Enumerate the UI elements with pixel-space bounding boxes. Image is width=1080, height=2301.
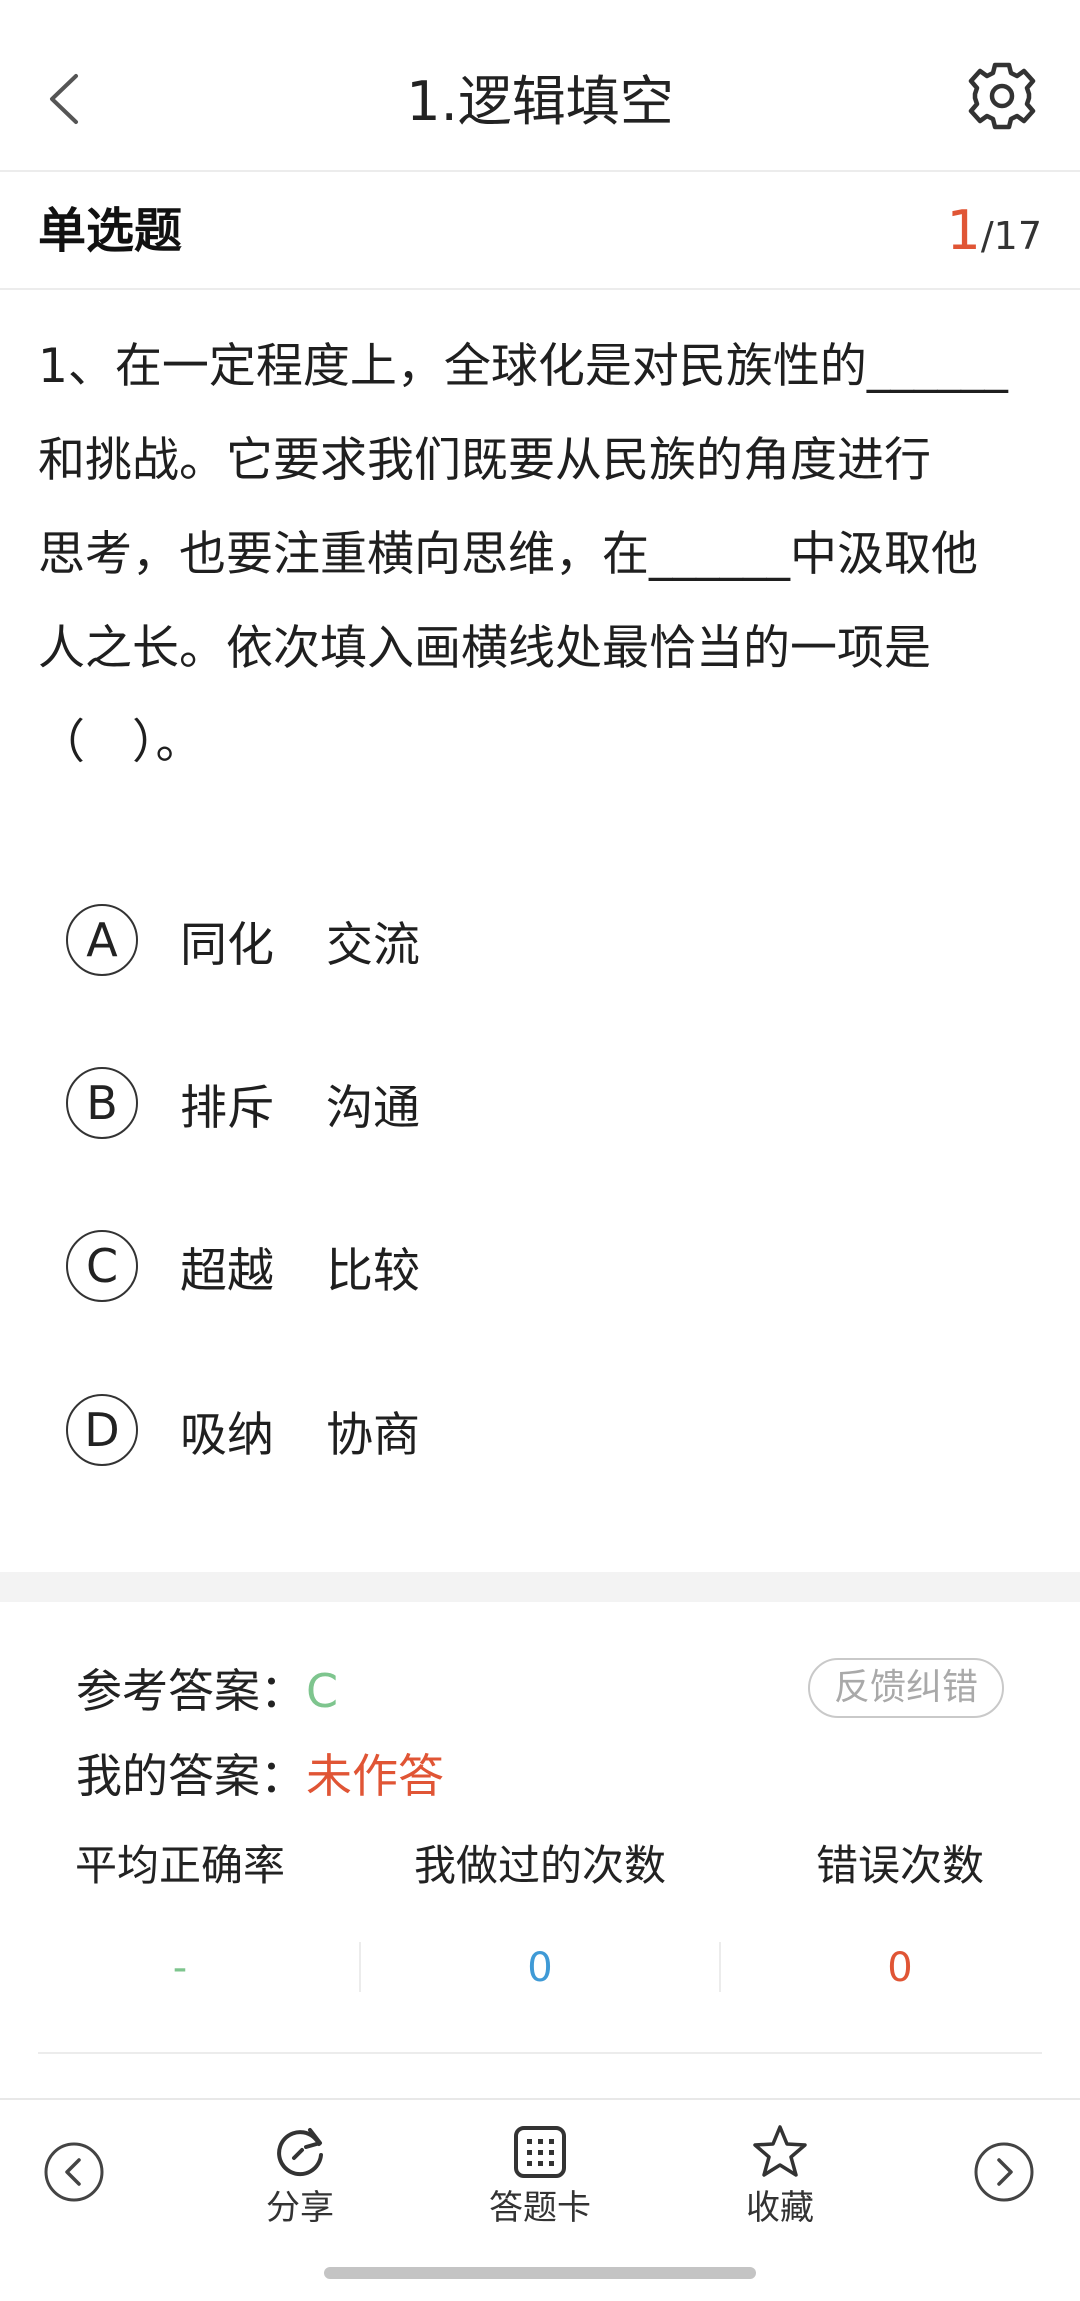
stats-header-row: 平均正确率 我做过的次数 错误次数 bbox=[0, 1836, 1080, 1896]
back-button[interactable] bbox=[38, 62, 94, 136]
question-page: 1.逻辑填空 单选题 1/17 1、在一定程度上，全球化是对民族性的______… bbox=[0, 0, 1080, 2301]
total-questions: /17 bbox=[980, 214, 1042, 258]
option-d[interactable]: D 吸纳 协商 bbox=[66, 1390, 420, 1470]
prev-question-button[interactable] bbox=[42, 2140, 106, 2204]
stat-header-errors: 错误次数 bbox=[815, 1841, 984, 1890]
question-stem: 1、在一定程度上，全球化是对民族性的______ 和挑战。它要求我们既要从民族的… bbox=[38, 320, 1048, 790]
settings-button[interactable] bbox=[964, 58, 1040, 134]
refresh-share-icon bbox=[277, 2128, 323, 2177]
option-text: 排斥 沟通 bbox=[180, 1080, 420, 1136]
question-line: 人之长。依次填入画横线处最恰当的一项是 bbox=[38, 621, 931, 676]
share-button[interactable]: 分享 bbox=[220, 2122, 380, 2232]
option-letter-circle: C bbox=[66, 1230, 138, 1302]
answer-card-label: 答题卡 bbox=[489, 2188, 591, 2228]
question-line: 思考，也要注重横向思维，在______中汲取他 bbox=[38, 527, 978, 582]
question-counter: 1/17 bbox=[946, 172, 1042, 290]
question-type-label: 单选题 bbox=[38, 203, 183, 259]
stat-value-accuracy: - bbox=[172, 1945, 188, 1991]
circle-chevron-left-icon bbox=[44, 2142, 104, 2202]
stat-header-attempts: 我做过的次数 bbox=[413, 1841, 666, 1890]
share-label: 分享 bbox=[266, 2188, 334, 2228]
option-text: 同化 交流 bbox=[180, 917, 420, 973]
option-text: 吸纳 协商 bbox=[180, 1407, 420, 1463]
my-answer: 我的答案：未作答 bbox=[76, 1740, 444, 1806]
section-divider bbox=[0, 1572, 1080, 1602]
stat-separator bbox=[719, 1942, 721, 1992]
option-letter-circle: D bbox=[66, 1394, 138, 1466]
next-question-button[interactable] bbox=[972, 2140, 1036, 2204]
question-type-bar: 单选题 1/17 bbox=[0, 172, 1080, 290]
page-title: 1.逻辑填空 bbox=[406, 70, 674, 133]
answer-card-button[interactable]: 答题卡 bbox=[460, 2122, 620, 2232]
grid-card-icon bbox=[514, 2126, 566, 2178]
option-letter-circle: A bbox=[66, 904, 138, 976]
option-a[interactable]: A 同化 交流 bbox=[66, 900, 420, 980]
question-line: 1、在一定程度上，全球化是对民族性的______ bbox=[38, 339, 1008, 394]
reference-answer: 参考答案：C bbox=[76, 1655, 338, 1721]
favorite-button[interactable]: 收藏 bbox=[700, 2122, 860, 2232]
stat-header-accuracy: 平均正确率 bbox=[74, 1841, 285, 1890]
reference-answer-label: 参考答案： bbox=[76, 1664, 306, 1718]
stats-divider bbox=[38, 2052, 1042, 2054]
option-letter-circle: B bbox=[66, 1067, 138, 1139]
favorite-label: 收藏 bbox=[746, 2188, 814, 2228]
feedback-button[interactable]: 反馈纠错 bbox=[808, 1658, 1004, 1718]
stats-value-row: - 0 0 bbox=[0, 1938, 1080, 1998]
chevron-left-icon bbox=[50, 74, 78, 124]
circle-chevron-right-icon bbox=[974, 2142, 1034, 2202]
option-c[interactable]: C 超越 比较 bbox=[66, 1226, 420, 1306]
option-text: 超越 比较 bbox=[180, 1243, 420, 1299]
question-line: （ ）。 bbox=[38, 715, 203, 770]
stat-separator bbox=[359, 1942, 361, 1992]
my-answer-label: 我的答案： bbox=[76, 1749, 306, 1803]
current-question-number: 1 bbox=[946, 199, 981, 262]
top-navbar: 1.逻辑填空 bbox=[0, 0, 1080, 172]
my-answer-value: 未作答 bbox=[306, 1749, 444, 1803]
gear-icon bbox=[968, 62, 1036, 130]
stat-value-attempts: 0 bbox=[527, 1945, 553, 1991]
option-b[interactable]: B 排斥 沟通 bbox=[66, 1063, 420, 1143]
stat-value-errors: 0 bbox=[887, 1945, 913, 1991]
home-indicator[interactable] bbox=[324, 2267, 756, 2279]
question-line: 和挑战。它要求我们既要从民族的角度进行 bbox=[38, 433, 931, 488]
reference-answer-value: C bbox=[306, 1664, 339, 1718]
star-icon bbox=[753, 2125, 807, 2177]
